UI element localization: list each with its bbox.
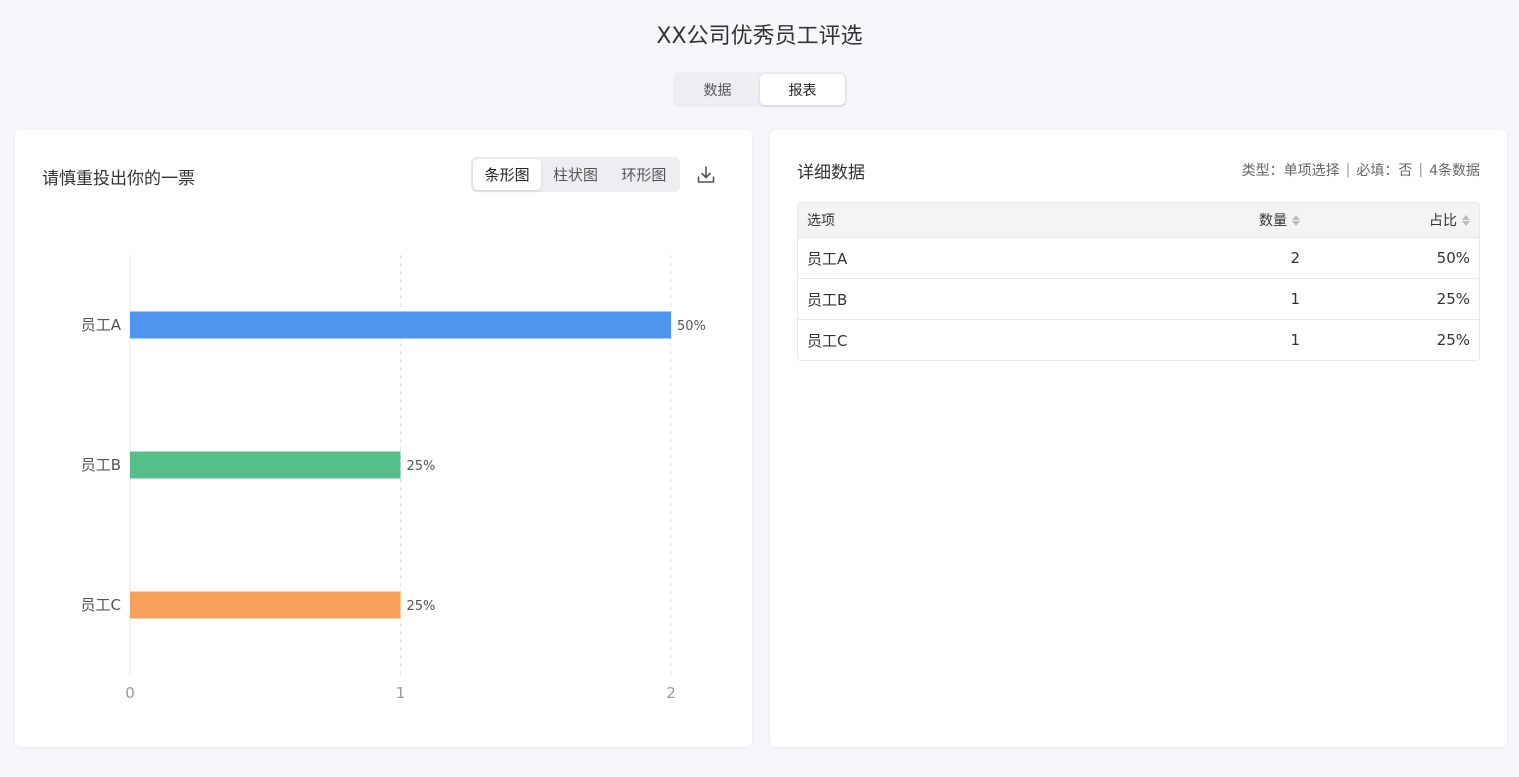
category-label: 员工C [81, 596, 121, 614]
cell-ratio: 25% [1436, 290, 1470, 308]
detail-meta: 类型：单项选择 | 必填：否 | 4条数据 [1242, 160, 1480, 180]
sort-icon[interactable] [1462, 214, 1470, 226]
x-tick-label: 1 [396, 684, 406, 702]
table-row: 员工C 1 25% [798, 319, 1479, 360]
tab-report[interactable]: 报表 [760, 74, 845, 105]
cell-ratio: 50% [1436, 249, 1470, 267]
meta-separator: | [1418, 162, 1424, 178]
meta-separator: | [1345, 162, 1351, 178]
header-ratio[interactable]: 占比 [1309, 210, 1479, 230]
bar [130, 591, 401, 619]
cell-option: 员工A [807, 249, 848, 268]
category-label: 员工A [81, 316, 122, 334]
download-icon[interactable] [695, 164, 717, 186]
chart-type-bar[interactable]: 条形图 [473, 159, 542, 190]
cell-count: 2 [1290, 249, 1300, 267]
chart-card: 请慎重投出你的一票 条形图 柱状图 环形图 0 1 2 员工A 50% 员工B 25% 员工C… [15, 130, 752, 747]
cell-ratio: 25% [1436, 331, 1470, 349]
table-row: 员工A 2 50% [798, 237, 1479, 278]
meta-required: 必填：否 [1356, 163, 1413, 179]
question-title: 请慎重投出你的一票 [42, 169, 195, 189]
meta-type: 类型：单项选择 [1241, 163, 1340, 179]
table-row: 员工B 1 25% [798, 278, 1479, 319]
category-label: 员工B [81, 456, 121, 474]
chart-type-column[interactable]: 柱状图 [541, 159, 609, 190]
header-option: 选项 [807, 213, 835, 229]
sort-icon[interactable] [1292, 214, 1300, 226]
data-label: 25% [407, 599, 436, 614]
cell-count: 1 [1290, 290, 1300, 308]
data-label: 25% [407, 459, 436, 474]
detail-table: 选项 数量 占比 员工A 2 50% 员工B 1 25% 员工C 1 25% [797, 202, 1480, 361]
bar [130, 451, 401, 479]
data-label: 50% [677, 319, 706, 334]
cell-option: 员工B [807, 290, 848, 309]
cell-option: 员工C [807, 331, 848, 350]
bar-chart: 0 1 2 员工A 50% 员工B 25% 员工C 25% [81, 255, 706, 702]
header-ratio-label: 占比 [1429, 213, 1457, 229]
cell-count: 1 [1290, 331, 1300, 349]
header-count-label: 数量 [1259, 213, 1287, 229]
bar [130, 311, 671, 339]
header-count[interactable]: 数量 [1138, 210, 1309, 230]
detail-card: 详细数据 类型：单项选择 | 必填：否 | 4条数据 选项 数量 占比 员工A … [770, 130, 1507, 747]
chart-type-switch: 条形图 柱状图 环形图 [471, 157, 680, 192]
chart-type-donut[interactable]: 环形图 [610, 159, 678, 190]
x-tick-label: 0 [125, 684, 135, 702]
x-tick-label: 2 [666, 684, 676, 702]
page-title: XX公司优秀员工评选 [656, 24, 863, 49]
tab-data[interactable]: 数据 [675, 74, 760, 105]
table-header: 选项 数量 占比 [798, 203, 1479, 237]
meta-count: 4条数据 [1429, 163, 1480, 179]
detail-title: 详细数据 [797, 163, 865, 183]
view-tabs: 数据 报表 [673, 72, 847, 107]
